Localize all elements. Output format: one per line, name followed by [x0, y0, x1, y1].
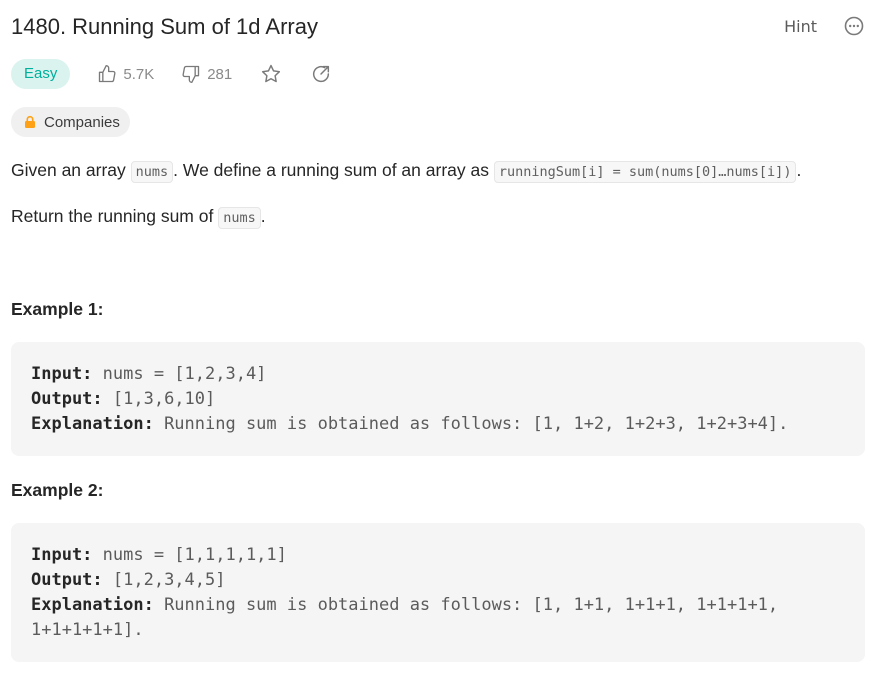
example-2-input: nums = [1,1,1,1,1]	[92, 545, 287, 565]
problem-title: 1480. Running Sum of 1d Array	[11, 14, 318, 39]
example-2-output: [1,2,3,4,5]	[102, 570, 226, 590]
example-1-title: Example 1:	[11, 299, 104, 319]
example-2-explanation: Running sum is obtained as follows: [1, …	[153, 595, 779, 615]
code-nums: nums	[130, 161, 174, 183]
description-paragraph-2: Return the running sum of nums.	[11, 203, 266, 231]
share-icon	[313, 65, 330, 83]
example-1-box: Input: nums = [1,2,3,4] Output: [1,3,6,1…	[11, 342, 865, 456]
companies-label: Companies	[44, 113, 120, 131]
more-options-icon[interactable]	[843, 15, 865, 37]
thumbs-down-icon	[182, 65, 200, 84]
problem-header: 1480. Running Sum of 1d Array Hint	[11, 12, 865, 42]
star-icon	[262, 64, 281, 83]
dislike-button[interactable]: 281	[181, 64, 232, 84]
like-button[interactable]: 5.7K	[97, 64, 154, 84]
example-2-box: Input: nums = [1,1,1,1,1] Output: [1,2,3…	[11, 523, 865, 662]
example-1-output: [1,3,6,10]	[102, 389, 216, 409]
example-2-title: Example 2:	[11, 480, 104, 500]
example-1-explanation: Running sum is obtained as follows: [1, …	[153, 414, 789, 434]
share-button[interactable]	[310, 63, 332, 85]
companies-tag[interactable]: Companies	[11, 107, 130, 137]
like-count: 5.7K	[123, 65, 155, 83]
example-2-explanation-continued: 1+1+1+1+1].	[31, 620, 144, 640]
description-paragraph-1: Given an array nums. We define a running…	[11, 157, 801, 185]
problem-meta-row: Easy 5.7K 281	[11, 59, 332, 89]
example-1-input: nums = [1,2,3,4]	[92, 364, 267, 384]
difficulty-badge: Easy	[11, 59, 71, 89]
thumbs-up-icon	[99, 65, 116, 83]
code-nums: nums	[218, 207, 261, 229]
favorite-button[interactable]	[260, 63, 282, 85]
hint-button[interactable]: Hint	[784, 17, 817, 36]
lock-icon	[25, 115, 35, 128]
dislike-count: 281	[207, 65, 233, 83]
code-running-sum: runningSum[i] = sum(nums[0]…nums[i])	[493, 161, 797, 183]
